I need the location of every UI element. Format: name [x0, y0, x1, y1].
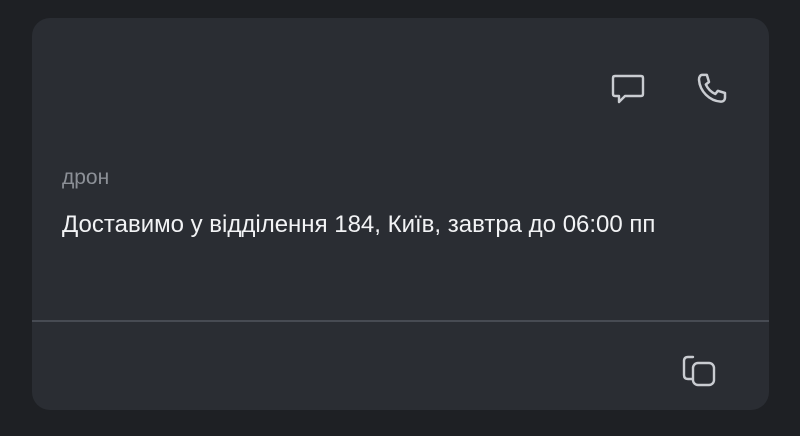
phone-icon — [697, 73, 727, 103]
call-button[interactable] — [689, 65, 737, 113]
delivery-message: Доставимо у відділення 184, Київ, завтра… — [62, 211, 656, 238]
chat-bubble-icon — [611, 74, 645, 104]
delivery-info-card: дрон Доставимо у відділення 184, Київ, з… — [32, 18, 769, 410]
courier-type-label: дрон — [62, 166, 110, 189]
copy-icon — [682, 355, 716, 387]
divider — [32, 320, 769, 322]
copy-button[interactable] — [675, 346, 723, 394]
chat-button[interactable] — [604, 65, 652, 113]
